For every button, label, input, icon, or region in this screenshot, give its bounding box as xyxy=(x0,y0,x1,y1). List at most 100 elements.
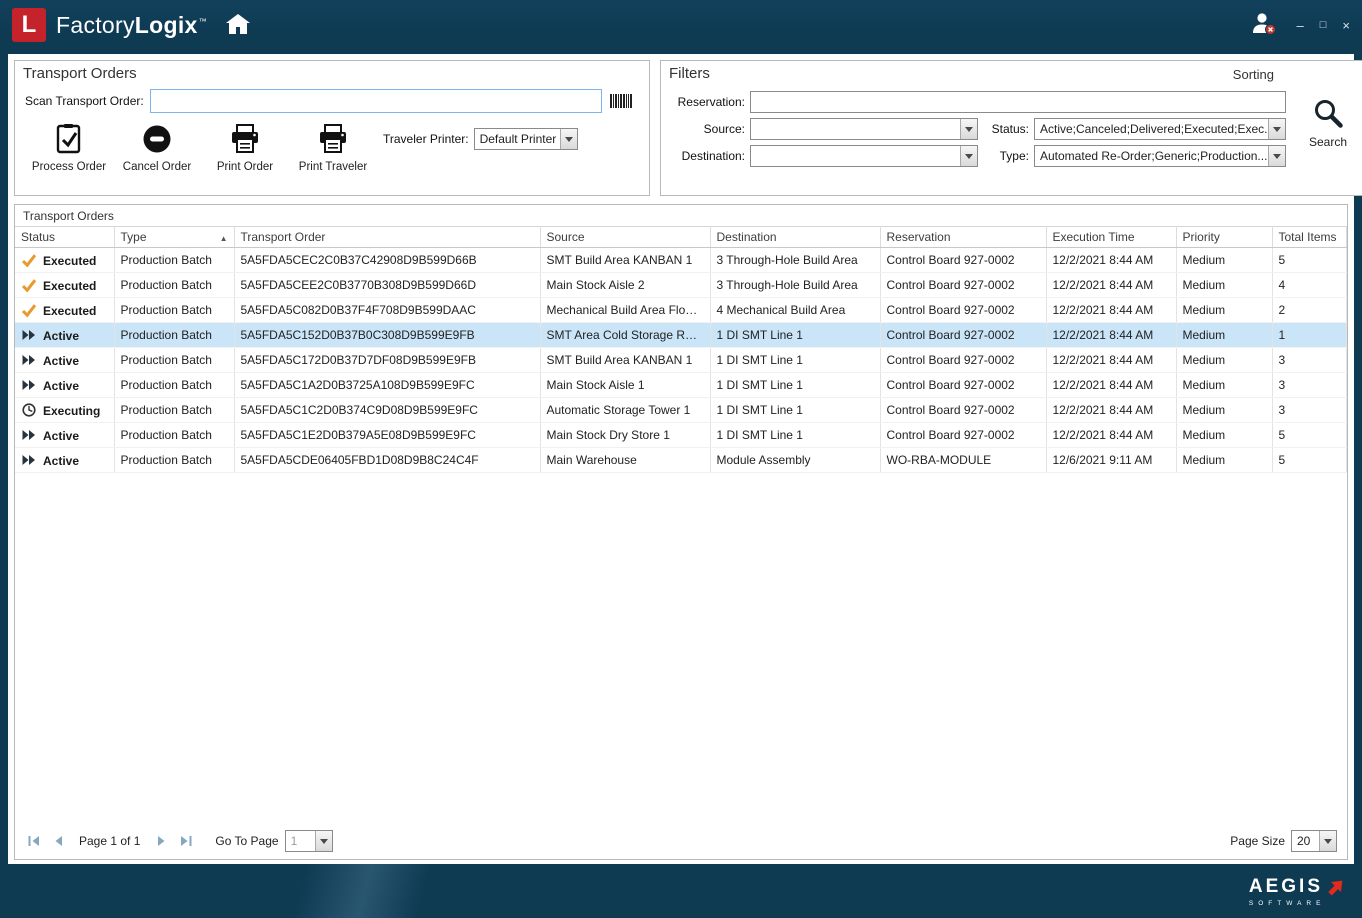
transport-panel-title: Transport Orders xyxy=(23,65,137,82)
home-button[interactable] xyxy=(223,10,253,40)
traveler-printer-dropdown-button[interactable] xyxy=(560,129,577,149)
table-row[interactable]: Active Production Batch 5A5FDA5CDE06405F… xyxy=(15,448,1347,473)
cell-status: Active xyxy=(15,323,114,348)
goto-page-dropdown-button[interactable] xyxy=(315,831,332,851)
cell-source: Main Stock Aisle 1 xyxy=(540,373,710,398)
status-value: Active;Canceled;Delivered;Executed;Exec.… xyxy=(1035,119,1268,139)
active-icon xyxy=(21,452,37,468)
cell-destination: 1 DI SMT Line 1 xyxy=(710,398,880,423)
cell-execution-time: 12/2/2021 8:44 AM xyxy=(1046,373,1176,398)
next-page-button[interactable] xyxy=(153,833,170,850)
sorting-toggle[interactable]: Sorting xyxy=(1233,67,1274,82)
source-dropdown-button[interactable] xyxy=(960,119,977,139)
page-size-value: 20 xyxy=(1292,831,1319,851)
top-panels: Transport Orders Scan Transport Order: xyxy=(14,60,1348,196)
user-logout-button[interactable] xyxy=(1249,11,1279,39)
table-row[interactable]: Executed Production Batch 5A5FDA5CEC2C0B… xyxy=(15,248,1347,273)
table-row[interactable]: Active Production Batch 5A5FDA5C1E2D0B37… xyxy=(15,423,1347,448)
cell-priority: Medium xyxy=(1176,248,1272,273)
traveler-printer-select[interactable]: Default Printer xyxy=(474,128,578,150)
process-order-icon xyxy=(52,122,86,156)
table-header-row: Status Type▲ Transport Order Source Dest… xyxy=(15,227,1347,248)
filters-grid: Reservation: Source: Status: Active;Canc… xyxy=(669,91,1286,167)
cell-priority: Medium xyxy=(1176,423,1272,448)
status-dropdown-button[interactable] xyxy=(1268,119,1285,139)
last-page-button[interactable] xyxy=(177,833,194,850)
goto-page-input[interactable]: 1 xyxy=(285,830,333,852)
column-header-execution-time[interactable]: Execution Time xyxy=(1046,227,1176,248)
column-header-destination[interactable]: Destination xyxy=(710,227,880,248)
column-header-status[interactable]: Status xyxy=(15,227,114,248)
status-select[interactable]: Active;Canceled;Delivered;Executed;Exec.… xyxy=(1034,118,1286,140)
cell-status: Active xyxy=(15,423,114,448)
scan-transport-order-input[interactable] xyxy=(150,89,602,113)
cell-total-items: 3 xyxy=(1272,348,1347,373)
table-row[interactable]: Executed Production Batch 5A5FDA5C082D0B… xyxy=(15,298,1347,323)
cell-destination: 1 DI SMT Line 1 xyxy=(710,423,880,448)
chevron-down-icon xyxy=(965,127,973,132)
close-button[interactable]: × xyxy=(1342,19,1350,32)
cell-execution-time: 12/2/2021 8:44 AM xyxy=(1046,423,1176,448)
search-button[interactable]: Search xyxy=(1296,97,1360,149)
goto-page-label: Go To Page xyxy=(215,834,278,848)
goto-page-value: 1 xyxy=(286,831,315,851)
cell-type: Production Batch xyxy=(114,348,234,373)
table-row[interactable]: Active Production Batch 5A5FDA5C1A2D0B37… xyxy=(15,373,1347,398)
cell-destination: Module Assembly xyxy=(710,448,880,473)
aegis-logo: AEGIS SOFTWARE xyxy=(1249,876,1346,907)
brand-logix: Logix xyxy=(135,12,198,38)
print-order-label: Print Order xyxy=(217,161,273,173)
page-size-select[interactable]: 20 xyxy=(1291,830,1337,852)
chevron-down-icon xyxy=(320,839,328,844)
cancel-order-label: Cancel Order xyxy=(123,161,191,173)
transport-orders-panel: Transport Orders Scan Transport Order: xyxy=(14,60,650,196)
cell-type: Production Batch xyxy=(114,248,234,273)
previous-page-button[interactable] xyxy=(49,833,66,850)
cell-status: Active xyxy=(15,348,114,373)
column-header-reservation[interactable]: Reservation xyxy=(880,227,1046,248)
destination-value xyxy=(751,146,960,166)
first-page-button[interactable] xyxy=(25,833,42,850)
destination-select[interactable] xyxy=(750,145,978,167)
maximize-button[interactable]: □ xyxy=(1320,20,1327,31)
chevron-down-icon xyxy=(1273,127,1281,132)
type-dropdown-button[interactable] xyxy=(1268,146,1285,166)
table-row[interactable]: Executed Production Batch 5A5FDA5CEE2C0B… xyxy=(15,273,1347,298)
cell-reservation: Control Board 927-0002 xyxy=(880,323,1046,348)
print-order-button[interactable]: Print Order xyxy=(201,122,289,173)
column-header-type[interactable]: Type▲ xyxy=(114,227,234,248)
cell-source: Automatic Storage Tower 1 xyxy=(540,398,710,423)
active-icon xyxy=(21,327,37,343)
reservation-input[interactable] xyxy=(750,91,1286,113)
process-order-button[interactable]: Process Order xyxy=(25,122,113,173)
table-row[interactable]: Active Production Batch 5A5FDA5C152D0B37… xyxy=(15,323,1347,348)
executed-icon xyxy=(21,302,37,318)
column-header-transport-order[interactable]: Transport Order xyxy=(234,227,540,248)
page-size-dropdown-button[interactable] xyxy=(1319,831,1336,851)
cell-source: Mechanical Build Area Floor... xyxy=(540,298,710,323)
source-select[interactable] xyxy=(750,118,978,140)
page-indicator: Page 1 of 1 xyxy=(79,834,140,848)
cell-execution-time: 12/2/2021 8:44 AM xyxy=(1046,273,1176,298)
cell-total-items: 2 xyxy=(1272,298,1347,323)
app-window: L FactoryLogix™ – xyxy=(0,0,1362,918)
table-row[interactable]: Active Production Batch 5A5FDA5C172D0B37… xyxy=(15,348,1347,373)
print-traveler-button[interactable]: Print Traveler xyxy=(289,122,377,173)
table-section-title: Transport Orders xyxy=(15,205,1347,226)
table-empty-area xyxy=(15,473,1347,826)
column-header-priority[interactable]: Priority xyxy=(1176,227,1272,248)
cell-source: SMT Build Area KANBAN 1 xyxy=(540,348,710,373)
destination-dropdown-button[interactable] xyxy=(960,146,977,166)
table-row[interactable]: Executing Production Batch 5A5FDA5C1C2D0… xyxy=(15,398,1347,423)
type-select[interactable]: Automated Re-Order;Generic;Production... xyxy=(1034,145,1286,167)
cell-status: Executed xyxy=(15,273,114,298)
column-header-source[interactable]: Source xyxy=(540,227,710,248)
cell-total-items: 5 xyxy=(1272,448,1347,473)
chevron-down-icon xyxy=(1273,154,1281,159)
minimize-button[interactable]: – xyxy=(1297,19,1304,32)
cell-status: Executed xyxy=(15,298,114,323)
cancel-order-button[interactable]: Cancel Order xyxy=(113,122,201,173)
cell-destination: 1 DI SMT Line 1 xyxy=(710,348,880,373)
cell-execution-time: 12/6/2021 9:11 AM xyxy=(1046,448,1176,473)
column-header-total-items[interactable]: Total Items xyxy=(1272,227,1347,248)
